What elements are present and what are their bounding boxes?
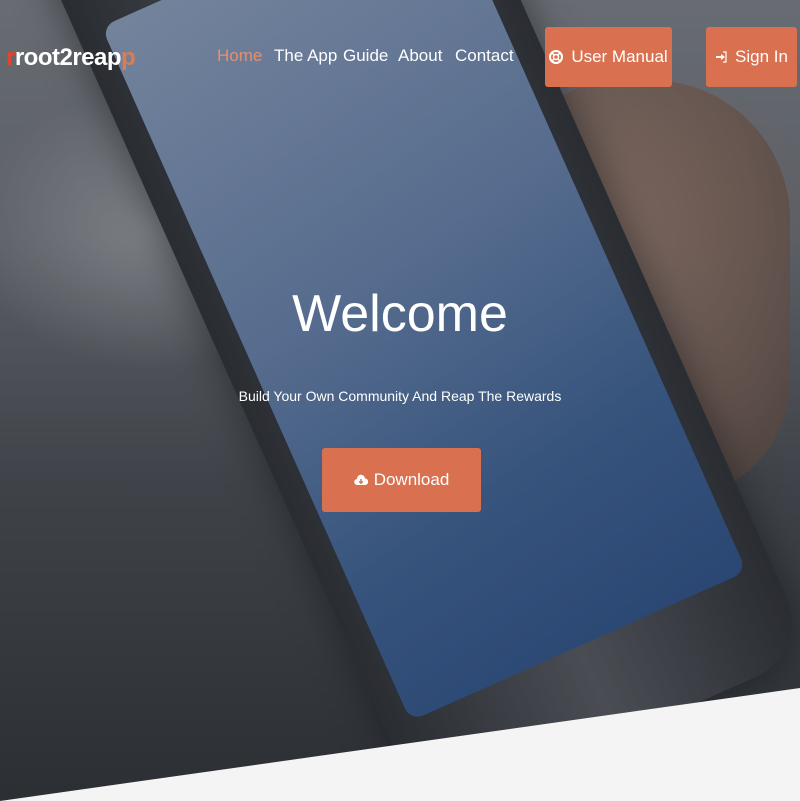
nav-link-the-app[interactable]: The App [274,46,337,66]
logo-suffix: p [121,44,136,71]
user-manual-label: User Manual [571,47,668,66]
nav-link-contact[interactable]: Contact [455,46,514,66]
cloud-download-icon [353,474,368,486]
user-manual-button[interactable]: User Manual [545,27,672,87]
hero-title: Welcome [292,285,508,343]
download-button[interactable]: Download [322,448,481,512]
brand-logo[interactable]: rroot2reapp [6,44,136,72]
life-ring-icon [549,50,564,64]
navbar: rroot2reapp Home The App Guide About Con… [0,0,800,110]
sign-in-button[interactable]: Sign In [706,27,797,87]
sign-in-label: Sign In [735,47,788,66]
download-label: Download [373,470,450,489]
nav-link-guide[interactable]: Guide [343,46,388,66]
sign-in-icon [715,51,727,63]
logo-main: root2reap [14,44,122,71]
nav-link-home[interactable]: Home [217,46,262,66]
logo-prefix: r [6,44,15,71]
hero-subtitle: Build Your Own Community And Reap The Re… [238,388,562,404]
nav-link-about[interactable]: About [398,46,442,66]
